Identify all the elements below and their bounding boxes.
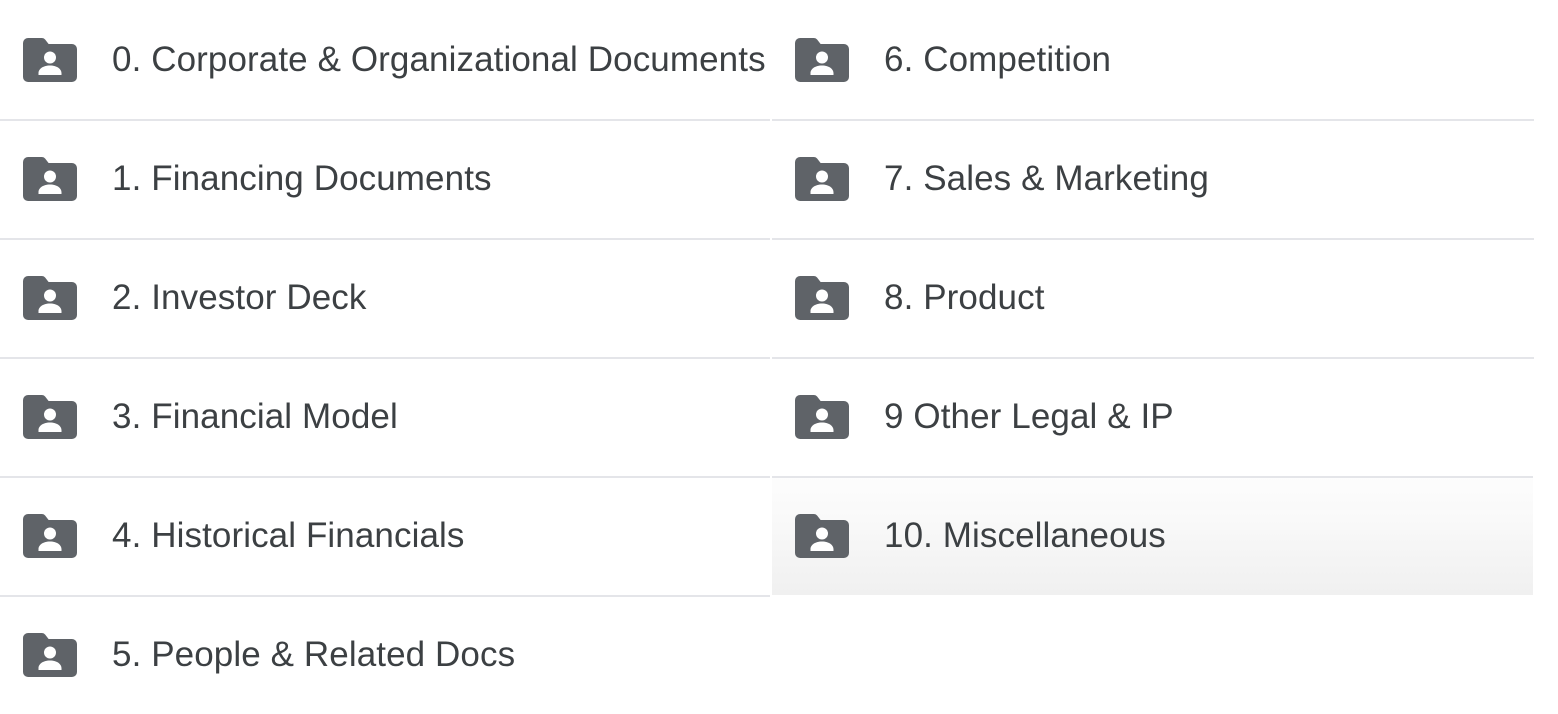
folder-row[interactable]: 3. Financial Model xyxy=(0,357,770,476)
folder-row[interactable]: 0. Corporate & Organizational Documents xyxy=(0,0,770,119)
shared-folder-icon xyxy=(795,275,849,320)
folder-row-label: 4. Historical Financials xyxy=(112,516,465,555)
shared-folder-icon xyxy=(795,513,849,558)
folder-row-label: 5. People & Related Docs xyxy=(112,635,516,674)
folder-row-label: 10. Miscellaneous xyxy=(884,516,1166,555)
shared-folder-icon xyxy=(795,394,849,439)
shared-folder-icon xyxy=(795,37,849,82)
shared-folder-icon xyxy=(23,394,77,439)
folder-browser: 0. Corporate & Organizational Documents 1… xyxy=(0,0,1558,690)
folder-row[interactable]: 8. Product xyxy=(772,238,1534,357)
folder-row-label: 8. Product xyxy=(884,278,1045,317)
shared-folder-icon xyxy=(795,156,849,201)
folder-row[interactable]: 5. People & Related Docs xyxy=(0,595,770,714)
right-column: 6. Competition 7. Sales & Marketing 8. Pro… xyxy=(772,0,1534,595)
folder-row[interactable]: 4. Historical Financials xyxy=(0,476,770,595)
folder-row-label: 6. Competition xyxy=(884,40,1112,79)
shared-folder-icon xyxy=(23,513,77,558)
folder-row-label: 9 Other Legal & IP xyxy=(884,397,1174,436)
folder-row-label: 7. Sales & Marketing xyxy=(884,159,1209,198)
folder-row[interactable]: 7. Sales & Marketing xyxy=(772,119,1534,238)
folder-row[interactable]: 1. Financing Documents xyxy=(0,119,770,238)
folder-row-label: 2. Investor Deck xyxy=(112,278,367,317)
shared-folder-icon xyxy=(23,156,77,201)
shared-folder-icon xyxy=(23,37,77,82)
left-column: 0. Corporate & Organizational Documents 1… xyxy=(0,0,770,714)
folder-row-label: 1. Financing Documents xyxy=(112,159,492,198)
folder-row[interactable]: 2. Investor Deck xyxy=(0,238,770,357)
folder-row[interactable]: 9 Other Legal & IP xyxy=(772,357,1534,476)
folder-row-label: 0. Corporate & Organizational Documents xyxy=(112,40,766,79)
folder-row[interactable]: 6. Competition xyxy=(772,0,1534,119)
shared-folder-icon xyxy=(23,275,77,320)
folder-row[interactable]: 10. Miscellaneous xyxy=(772,476,1533,595)
shared-folder-icon xyxy=(23,632,77,677)
folder-row-label: 3. Financial Model xyxy=(112,397,398,436)
